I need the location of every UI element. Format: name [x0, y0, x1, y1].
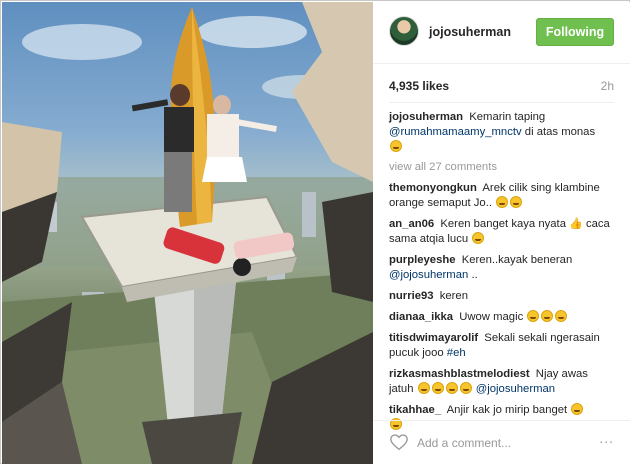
comment-text: keren — [439, 290, 468, 302]
comment-text: Keren..kayak beneran — [461, 254, 573, 266]
comment-username[interactable]: themonyongkun — [389, 182, 477, 194]
comment-hashtag[interactable]: #eh — [447, 347, 466, 359]
comment-username[interactable]: titisdwimayarolif — [389, 332, 478, 344]
list-item: titisdwimayarolif Sekali sekali ngerasai… — [389, 331, 614, 361]
instagram-post: jojosuherman Following 4,935 likes 2h jo… — [0, 0, 630, 464]
comment-username[interactable]: dianaa_ikka — [389, 311, 453, 323]
post-time[interactable]: 2h — [601, 79, 614, 93]
view-all-comments-link[interactable]: view all 27 comments — [389, 160, 614, 175]
following-button[interactable]: Following — [536, 18, 614, 46]
comments-list: jojosuherman Kemarin taping @rumahmamaam… — [389, 110, 614, 439]
list-item: purpleyeshe Keren..kayak beneran @jojosu… — [389, 253, 614, 283]
username-link[interactable]: jojosuherman — [429, 25, 511, 39]
laughing-emoji-icon — [527, 310, 540, 322]
comment-username[interactable]: nurrie93 — [389, 290, 434, 302]
caption-text-a: Kemarin taping — [469, 111, 546, 123]
comment-tail: .. — [471, 269, 478, 281]
comment-mention[interactable]: @jojosuherman — [476, 383, 555, 395]
comment-text: Keren banget kaya nyata — [440, 218, 566, 230]
more-options-icon[interactable]: ∙∙∙ — [599, 433, 614, 449]
thumbs-up-icon: 👍 — [569, 218, 583, 230]
list-item: themonyongkun Arek cilik sing klambine o… — [389, 181, 614, 211]
likes-row: 4,935 likes 2h — [389, 79, 614, 95]
comment-username[interactable]: tikahhae_ — [389, 404, 441, 416]
heart-icon[interactable] — [389, 433, 409, 451]
divider — [389, 102, 614, 103]
comment-mention[interactable]: @jojosuherman — [389, 269, 468, 281]
monas-3d-art-illustration — [2, 2, 373, 464]
add-comment-input[interactable]: Add a comment... — [417, 434, 577, 452]
laughing-emoji-icon — [496, 196, 509, 208]
post-header: jojosuherman Following — [373, 2, 630, 64]
laughing-emoji-icon — [459, 382, 472, 394]
likes-count[interactable]: 4,935 likes — [389, 79, 449, 93]
comment-text: Anjir kak jo mirip banget — [446, 404, 568, 416]
post-photo[interactable] — [2, 2, 373, 464]
caption: jojosuherman Kemarin taping @rumahmamaam… — [389, 110, 614, 155]
comment-footer: Add a comment... ∙∙∙ — [373, 420, 630, 464]
laughing-emoji-icon — [417, 382, 430, 394]
caption-username[interactable]: jojosuherman — [389, 111, 463, 123]
list-item: dianaa_ikka Uwow magic — [389, 310, 614, 325]
laughing-emoji-icon — [510, 196, 523, 208]
laughing-emoji-icon — [541, 310, 554, 322]
caption-text-b: di atas monas — [524, 126, 596, 138]
laughing-emoji-icon — [445, 382, 458, 394]
list-item: nurrie93 keren — [389, 289, 614, 304]
laughing-emoji-icon — [390, 140, 402, 152]
laughing-emoji-icon — [431, 382, 444, 394]
post-side-panel: jojosuherman Following 4,935 likes 2h jo… — [373, 2, 630, 464]
caption-mention[interactable]: @rumahmamaamy_mnctv — [389, 126, 522, 138]
comment-username[interactable]: an_an06 — [389, 218, 434, 230]
comment-username[interactable]: rizkasmashblastmelodiest — [389, 368, 530, 380]
laughing-emoji-icon — [472, 232, 485, 244]
laughing-emoji-icon — [555, 310, 568, 322]
comment-text: Uwow magic — [459, 311, 524, 323]
laughing-emoji-icon — [571, 403, 584, 415]
comment-username[interactable]: purpleyeshe — [389, 254, 456, 266]
avatar[interactable] — [389, 16, 419, 46]
list-item: rizkasmashblastmelodiest Njay awas jatuh… — [389, 367, 614, 397]
list-item: an_an06 Keren banget kaya nyata 👍 caca s… — [389, 217, 614, 247]
